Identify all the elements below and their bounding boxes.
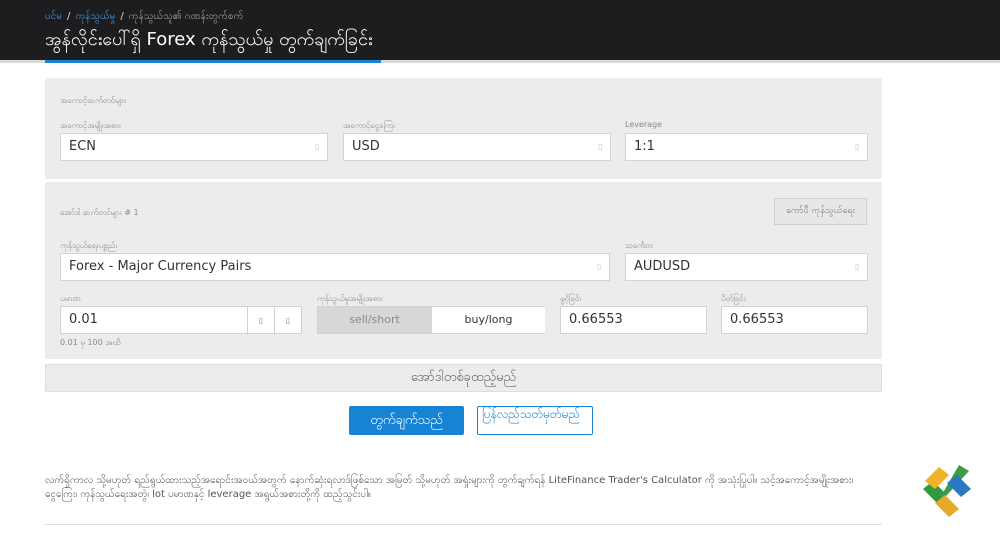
account-settings-heading: အကောင့်ဆက်တင်များ — [60, 96, 127, 105]
account-type-label: အကောင့်အမျိုးအစား — [60, 121, 121, 130]
account-type-value: ECN — [69, 139, 97, 154]
order-settings-heading: အော်ဒါ ဆက်တင်များ # 1 — [60, 208, 139, 217]
breadcrumb-home-link[interactable]: ပင်မ — [45, 11, 62, 22]
account-settings-panel: အကောင့်ဆက်တင်များ အကောင့်အမျိုးအစား ECN … — [45, 78, 882, 179]
instrument-group-select[interactable]: Forex - Major Currency Pairs ▯ — [60, 253, 610, 281]
reset-button[interactable]: ပြန်လည်သတ်မှတ်မည် — [477, 406, 593, 435]
page-title: အွန်လိုင်းပေါ်ရှိ Forex ကုန်သွယ်မှု တွက်… — [45, 29, 373, 50]
page-header: ပင်မ / ကုန်သွယ်မှု / ကုန်သွယ်သူ၏ ဂဏန်းတွက်စက… — [0, 0, 1000, 60]
direction-label: ကုန်သွယ်မှုအမျိုးအစား — [317, 294, 383, 303]
add-order-button[interactable]: အော်ဒါတစ်ခုထည့်မည် — [45, 364, 882, 392]
close-price-label: ပိတ်ခြင်း — [721, 294, 746, 303]
header-accent-bar — [45, 60, 381, 63]
account-currency-select[interactable]: USD ▯ — [343, 133, 611, 161]
instrument-group-value: Forex - Major Currency Pairs — [69, 259, 252, 274]
open-price-input[interactable]: 0.66553 — [560, 306, 707, 334]
select-caret-icon: ▯ — [855, 263, 859, 271]
symbol-select[interactable]: AUDUSD ▯ — [625, 253, 868, 281]
bottom-divider — [45, 524, 882, 525]
logo-blue-stroke — [947, 475, 971, 497]
sell-short-option[interactable]: sell/short — [318, 307, 431, 333]
symbol-label: သင်္ကေတ — [625, 241, 653, 250]
leverage-select[interactable]: 1:1 ▯ — [625, 133, 868, 161]
symbol-value: AUDUSD — [634, 259, 691, 274]
direction-toggle: sell/short buy/long — [317, 306, 545, 334]
leverage-value: 1:1 — [634, 139, 655, 154]
open-price-label: ဖွင့်ခြင်း — [560, 294, 582, 303]
select-caret-icon: ▯ — [315, 143, 319, 151]
breadcrumb-trading-link[interactable]: ကုန်သွယ်မှု — [75, 11, 115, 22]
leverage-label: Leverage — [625, 120, 663, 129]
breadcrumb-separator: / — [66, 11, 71, 22]
volume-hint: 0.01 မှ 100 အထိ — [60, 338, 121, 347]
volume-stepper: 0.01 ▯ ▯ — [60, 306, 302, 335]
breadcrumb-current: ကုန်သွယ်သူ၏ ဂဏန်းတွက်စက် — [128, 11, 244, 22]
breadcrumb: ပင်မ / ကုန်သွယ်မှု / ကုန်သွယ်သူ၏ ဂဏန်းတွက်စက… — [45, 9, 243, 24]
litefinance-logo-icon — [923, 465, 971, 517]
close-price-input[interactable]: 0.66553 — [721, 306, 868, 334]
order-settings-panel: အော်ဒါ ဆက်တင်များ # 1 ကော်ပီ ကုန်သွယ်ရေး… — [45, 182, 882, 359]
select-caret-icon: ▯ — [597, 263, 601, 271]
select-caret-icon: ▯ — [855, 143, 859, 151]
account-currency-value: USD — [352, 139, 380, 154]
breadcrumb-separator: / — [120, 11, 124, 22]
copy-trade-button[interactable]: ကော်ပီ ကုန်သွယ်ရေး — [774, 198, 867, 225]
volume-decrease-button[interactable]: ▯ — [247, 307, 274, 335]
instrument-group-label: ကုန်သွယ်ရေးပစ္စည်း — [60, 241, 118, 250]
calculator-description: လက်ရှိကာလ သို့မဟုတ် ရည်ရွယ်ထားသည့်အရောင်… — [45, 475, 854, 500]
buy-long-option[interactable]: buy/long — [431, 307, 545, 333]
account-type-select[interactable]: ECN ▯ — [60, 133, 328, 161]
calculate-button[interactable]: တွက်ချက်သည် — [349, 406, 464, 435]
volume-label: ပမာဏ — [60, 294, 81, 303]
account-currency-label: အကောင့်ငွေကြေး — [343, 121, 395, 130]
volume-input[interactable]: 0.01 — [69, 312, 98, 327]
volume-increase-button[interactable]: ▯ — [274, 307, 301, 335]
select-caret-icon: ▯ — [598, 143, 602, 151]
